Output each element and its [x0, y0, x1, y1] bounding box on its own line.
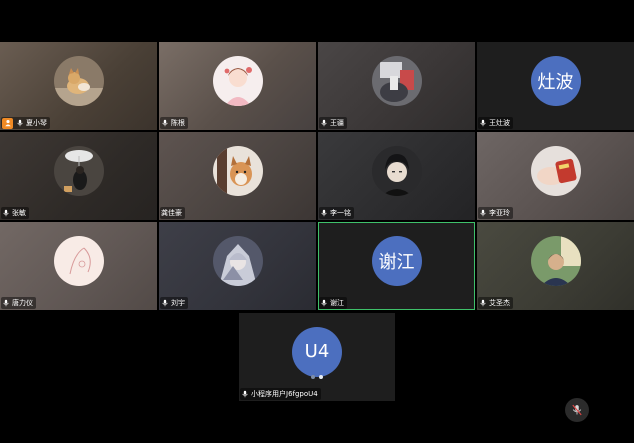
- mic-icon: [321, 119, 327, 127]
- mute-button[interactable]: [565, 398, 589, 422]
- participant-label: 谢江: [319, 297, 347, 309]
- participant-label: 夏小琴: [1, 117, 50, 129]
- participant-tile[interactable]: 夏小琴: [0, 42, 157, 130]
- page-dot-active[interactable]: [319, 375, 323, 379]
- avatar-photo: [371, 55, 422, 106]
- mic-icon: [162, 299, 168, 307]
- participant-name: 陈根: [171, 119, 185, 127]
- mic-icon: [480, 209, 486, 217]
- participant-label: 王疆: [319, 117, 347, 129]
- participant-name: 谢江: [330, 299, 344, 307]
- mic-icon: [3, 299, 9, 307]
- participant-tile[interactable]: 张敏: [0, 132, 157, 220]
- participant-tile[interactable]: 李一铭: [318, 132, 475, 220]
- mic-icon: [321, 299, 327, 307]
- participant-name: 张敏: [12, 209, 26, 217]
- participant-tile[interactable]: 艾圣杰: [477, 222, 634, 310]
- participant-label: 张敏: [1, 207, 29, 219]
- participant-name: 唐力仪: [12, 299, 33, 307]
- participant-name: 小程序用户J6fgpoU4: [251, 390, 318, 398]
- avatar-photo: [530, 235, 581, 286]
- mic-icon: [480, 299, 486, 307]
- mic-muted-icon: [572, 404, 582, 416]
- participant-name: 李一铭: [330, 209, 351, 217]
- avatar-illustration: [212, 55, 263, 106]
- participant-name: 艾圣杰: [489, 299, 510, 307]
- participant-tile[interactable]: 陈根: [159, 42, 316, 130]
- participant-label: 李亚玲: [478, 207, 513, 219]
- avatar-initials: 谢江: [371, 235, 422, 286]
- avatar-photo: [53, 145, 104, 196]
- participant-name: 王疆: [330, 119, 344, 127]
- participant-tile[interactable]: 王疆: [318, 42, 475, 130]
- participant-label: 小程序用户J6fgpoU4: [240, 388, 321, 400]
- participant-label: 刘宇: [160, 297, 188, 309]
- participant-label: 唐力仪: [1, 297, 36, 309]
- participant-label: 李一铭: [319, 207, 354, 219]
- page-dot[interactable]: [311, 375, 315, 379]
- participant-tile[interactable]: U4 小程序用户J6fgpoU4: [239, 313, 395, 401]
- participant-label: 陈根: [160, 117, 188, 129]
- avatar-initials: 灶波: [530, 55, 581, 106]
- mic-icon: [162, 119, 168, 127]
- participant-name: 夏小琴: [26, 119, 47, 127]
- participant-tile[interactable]: 李亚玲: [477, 132, 634, 220]
- mic-icon: [17, 119, 23, 127]
- avatar-anime: [212, 235, 263, 286]
- mic-icon: [242, 390, 248, 398]
- participant-tile[interactable]: 龚佳豪: [159, 132, 316, 220]
- page-indicator[interactable]: [311, 375, 323, 379]
- participant-tile[interactable]: 唐力仪: [0, 222, 157, 310]
- participant-tile[interactable]: 刘宇: [159, 222, 316, 310]
- mic-icon: [321, 209, 327, 217]
- avatar-initials: U4: [292, 326, 342, 377]
- participant-name: 李亚玲: [489, 209, 510, 217]
- participant-tile-active-speaker[interactable]: 谢江 谢江: [318, 222, 475, 310]
- avatar-photo: [530, 145, 581, 196]
- participant-tile[interactable]: 灶波 王灶波: [477, 42, 634, 130]
- avatar-anime: [371, 145, 422, 196]
- participant-name: 王灶波: [489, 119, 510, 127]
- participant-label: 王灶波: [478, 117, 513, 129]
- participant-label: 艾圣杰: [478, 297, 513, 309]
- participant-label: 龚佳豪: [160, 207, 185, 219]
- host-icon: [2, 117, 13, 129]
- avatar-illustration: [53, 235, 104, 286]
- participant-name: 刘宇: [171, 299, 185, 307]
- avatar-dog: [212, 145, 263, 196]
- mic-icon: [480, 119, 486, 127]
- mic-icon: [3, 209, 9, 217]
- participant-name: 龚佳豪: [161, 209, 182, 217]
- avatar-cat: [53, 55, 104, 106]
